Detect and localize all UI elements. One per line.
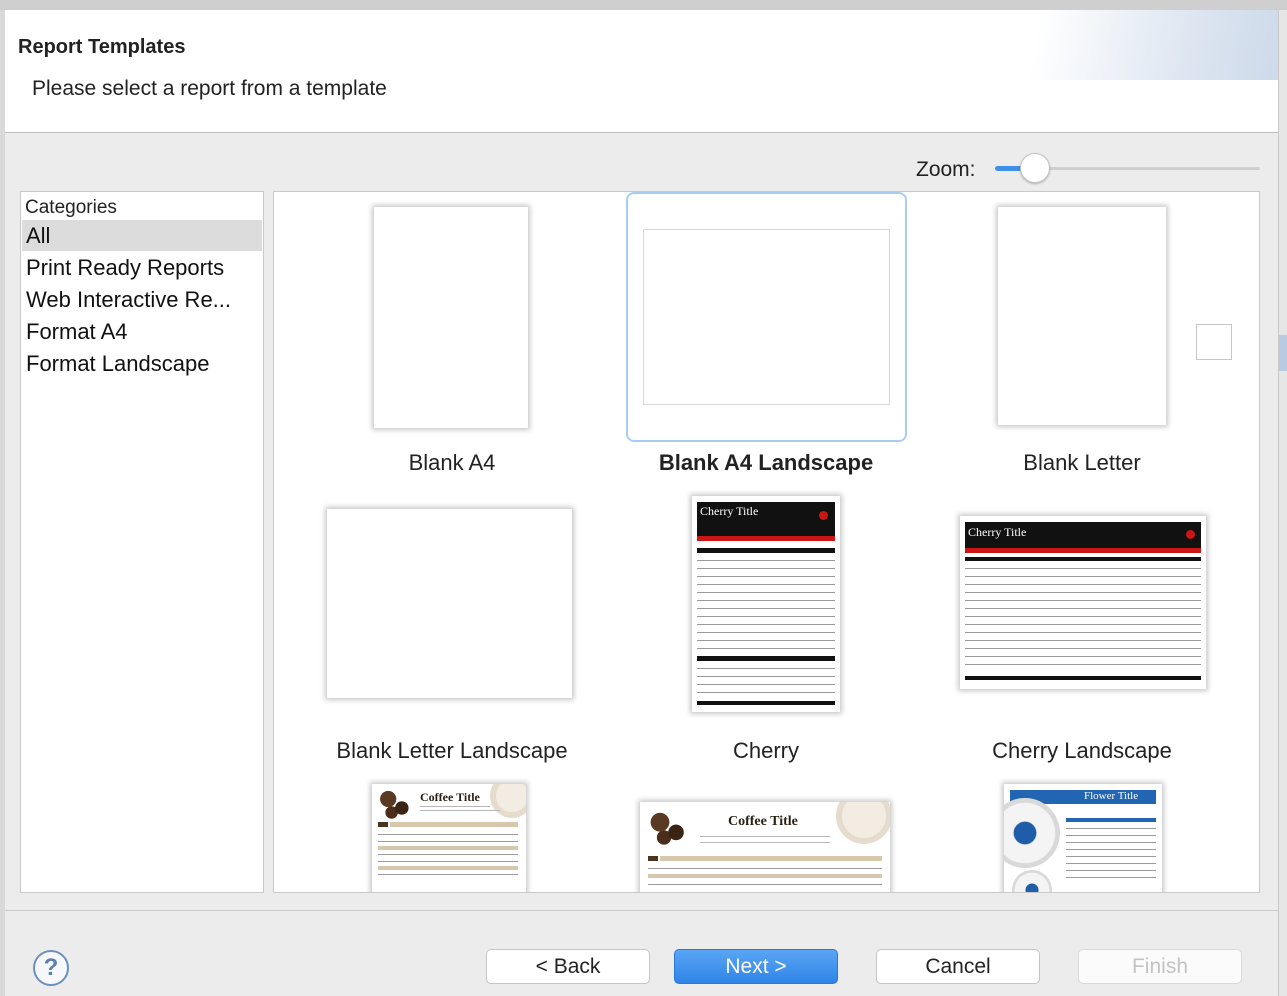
selection-highlight[interactable] <box>626 192 907 442</box>
category-web-interactive-reports[interactable]: Web Interactive Re... <box>22 284 262 315</box>
page-subtitle: Please select a report from a template <box>32 77 387 100</box>
template-checkbox[interactable] <box>1196 324 1232 360</box>
footer-divider <box>5 910 1278 911</box>
blank-letter-thumbnail[interactable] <box>998 207 1166 425</box>
cherry-red-stripe <box>965 548 1201 553</box>
cherry-icon <box>819 511 828 520</box>
coffee-landscape-thumbnail[interactable]: Coffee Title <box>640 802 890 892</box>
coffee-preview-title: Coffee Title <box>420 790 480 804</box>
blank-letter-landscape-thumbnail[interactable] <box>327 509 572 698</box>
template-label: Blank A4 Landscape <box>658 450 874 475</box>
coffee-beans-image <box>378 790 412 820</box>
template-gallery: Blank A4 Blank A4 Landscape Blank Letter… <box>273 191 1260 893</box>
report-templates-dialog: Report Templates Please select a report … <box>5 10 1278 996</box>
back-button[interactable]: < Back <box>486 949 650 984</box>
template-label: Blank Letter Landscape <box>336 738 568 763</box>
background-selection-band <box>1279 335 1287 371</box>
background-window-edge <box>1278 10 1287 996</box>
cherry-icon <box>1186 530 1195 539</box>
cherry-thumbnail[interactable]: Cherry Title <box>692 496 840 712</box>
cancel-button[interactable]: Cancel <box>876 949 1040 984</box>
category-format-landscape[interactable]: Format Landscape <box>22 348 262 379</box>
template-label: Cherry Landscape <box>992 738 1172 763</box>
next-button[interactable]: Next > <box>674 949 838 984</box>
zoom-slider-knob[interactable] <box>1020 153 1050 183</box>
template-label: Blank Letter <box>1023 450 1141 475</box>
blank-a4-landscape-thumbnail <box>643 229 890 405</box>
category-print-ready-reports[interactable]: Print Ready Reports <box>22 252 262 283</box>
zoom-label: Zoom: <box>916 158 976 181</box>
daisy-image <box>1004 798 1060 868</box>
coffee-thumbnail[interactable]: Coffee Title <box>372 784 526 892</box>
categories-header: Categories <box>25 197 117 218</box>
wizard-header: Report Templates Please select a report … <box>5 10 1278 133</box>
coffee-cup-image <box>490 784 526 818</box>
cherry-red-stripe <box>697 536 835 541</box>
cherry-preview-title: Cherry Title <box>700 504 759 518</box>
coffee-landscape-preview-title: Coffee Title <box>728 814 798 829</box>
finish-button[interactable]: Finish <box>1078 949 1242 984</box>
category-all[interactable]: All <box>22 220 262 251</box>
coffee-cup-image <box>836 802 890 844</box>
cherry-landscape-thumbnail[interactable]: Cherry Title <box>960 516 1206 689</box>
daisy-image <box>1012 870 1052 892</box>
coffee-beans-image <box>648 812 688 846</box>
flower-preview-title: Flower Title <box>1084 790 1139 802</box>
cherry-section-bar <box>697 548 835 553</box>
category-format-a4[interactable]: Format A4 <box>22 316 262 347</box>
categories-list: Categories All Print Ready Reports Web I… <box>20 191 264 893</box>
template-label: Blank A4 <box>408 450 496 475</box>
window-top-edge <box>0 0 1287 10</box>
help-button[interactable]: ? <box>33 950 69 986</box>
blank-a4-thumbnail[interactable] <box>374 207 528 428</box>
cherry-landscape-preview-title: Cherry Title <box>968 525 1027 539</box>
template-label: Cherry <box>732 738 799 763</box>
header-banner-graphic <box>978 10 1278 80</box>
flower-thumbnail[interactable]: Flower Title <box>1004 784 1162 892</box>
page-title: Report Templates <box>18 36 186 58</box>
